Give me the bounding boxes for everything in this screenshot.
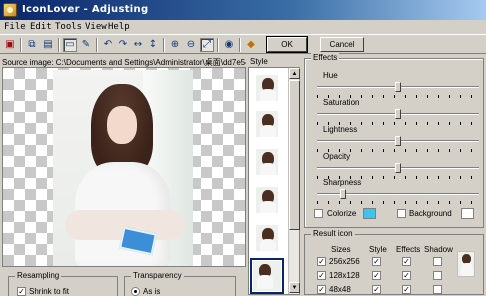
style-header: Style bbox=[369, 245, 387, 254]
scroll-up-icon[interactable]: ▲ bbox=[289, 68, 300, 79]
menu-bar: File Edit Tools View Help bbox=[0, 20, 486, 34]
size-128-style-checkbox[interactable]: ✓ bbox=[372, 271, 381, 280]
shrink-to-fit-label: Shrink to fit bbox=[29, 287, 70, 296]
opacity-label: Opacity bbox=[323, 152, 351, 161]
colorize-color-swatch[interactable] bbox=[363, 208, 376, 219]
zoom-out-icon[interactable]: ⊖ bbox=[184, 38, 198, 52]
menu-help[interactable]: Help bbox=[108, 22, 130, 32]
size-256-style-checkbox[interactable]: ✓ bbox=[372, 257, 381, 266]
style-scrollbar[interactable]: ▲ ▼ bbox=[288, 68, 300, 294]
hue-label: Hue bbox=[323, 71, 338, 80]
select-rect-icon[interactable]: ▭ bbox=[63, 38, 77, 52]
transparency-title: Transparency bbox=[131, 271, 184, 280]
menu-file[interactable]: File bbox=[4, 22, 26, 32]
scroll-down-icon[interactable]: ▼ bbox=[289, 282, 300, 293]
size-128-checkbox[interactable]: ✓ bbox=[317, 271, 326, 280]
flip-vertical-icon[interactable]: ↕ bbox=[146, 38, 160, 52]
toolbar-separator bbox=[217, 38, 219, 52]
cancel-button[interactable]: Cancel bbox=[320, 37, 364, 52]
sharpness-slider-ticks bbox=[317, 201, 479, 204]
window-title: IconLover - Adjusting bbox=[22, 4, 149, 15]
app-icon bbox=[3, 3, 17, 17]
resampling-title: Resampling bbox=[15, 271, 62, 280]
shrink-to-fit-checkbox[interactable]: ✓ bbox=[17, 287, 26, 296]
size-128-shadow-checkbox[interactable] bbox=[433, 271, 442, 280]
hue-slider-thumb[interactable] bbox=[395, 82, 401, 92]
size-48-checkbox[interactable]: ✓ bbox=[317, 285, 326, 294]
toolbar-separator bbox=[163, 38, 165, 52]
style-thumbnail[interactable] bbox=[255, 186, 279, 214]
size-256-label: 256x256 bbox=[329, 257, 360, 266]
preview-photo bbox=[53, 70, 193, 266]
transparency-group: Transparency As is bbox=[124, 271, 236, 296]
zoom-fit-icon[interactable]: ⤢ bbox=[200, 38, 214, 52]
menu-edit[interactable]: Edit bbox=[30, 22, 52, 32]
effects-header: Effects bbox=[396, 245, 421, 254]
lightness-slider-thumb[interactable] bbox=[395, 136, 401, 146]
opacity-slider-thumb[interactable] bbox=[395, 163, 401, 173]
style-thumbnail-selected[interactable] bbox=[250, 258, 284, 294]
lightness-label: Lightness bbox=[323, 125, 358, 134]
copy-icon[interactable]: ⧉ bbox=[25, 38, 39, 52]
menu-tools[interactable]: Tools bbox=[55, 22, 82, 32]
shadow-header: Shadow bbox=[424, 245, 453, 254]
as-is-radio[interactable] bbox=[131, 287, 140, 296]
toolbar-separator bbox=[96, 38, 98, 52]
toolbar: ▣ ⧉ ▤ ▭ ✎ ↶ ↷ ↔ ↕ ⊕ ⊖ ⤢ ◉ ◆ OK Cancel bbox=[0, 34, 486, 54]
size-256-shadow-checkbox[interactable] bbox=[433, 257, 442, 266]
paste-icon[interactable]: ▤ bbox=[41, 38, 55, 52]
background-label: Background bbox=[409, 209, 452, 218]
resampling-group: Resampling ✓ Shrink to fit bbox=[8, 271, 118, 296]
photo-face bbox=[107, 106, 137, 144]
size-48-style-checkbox[interactable]: ✓ bbox=[372, 285, 381, 294]
background-checkbox[interactable] bbox=[397, 209, 406, 218]
shortcut-icon[interactable]: ◆ bbox=[244, 38, 258, 52]
size-256-checkbox[interactable]: ✓ bbox=[317, 257, 326, 266]
zoom-in-icon[interactable]: ⊕ bbox=[168, 38, 182, 52]
preview-eye-icon[interactable]: ◉ bbox=[222, 38, 236, 52]
size-128-label: 128x128 bbox=[329, 271, 360, 280]
ok-button[interactable]: OK bbox=[266, 36, 308, 53]
scroll-thumb[interactable] bbox=[289, 80, 300, 230]
effects-title: Effects bbox=[311, 53, 340, 62]
style-thumbnail[interactable] bbox=[255, 74, 279, 102]
size-128-effects-checkbox[interactable]: ✓ bbox=[402, 271, 411, 280]
rotate-left-icon[interactable]: ↶ bbox=[101, 38, 115, 52]
menu-view[interactable]: View bbox=[85, 22, 107, 32]
sharpness-slider-thumb[interactable] bbox=[340, 189, 347, 199]
eyedropper-icon[interactable]: ✎ bbox=[79, 38, 93, 52]
toolbar-separator bbox=[20, 38, 22, 52]
size-48-shadow-checkbox[interactable] bbox=[433, 285, 442, 294]
sizes-header: Sizes bbox=[331, 245, 351, 254]
rotate-right-icon[interactable]: ↷ bbox=[116, 38, 130, 52]
toolbar-separator bbox=[58, 38, 60, 52]
preview-canvas[interactable] bbox=[2, 67, 246, 267]
as-is-label: As is bbox=[143, 287, 161, 296]
toolbar-separator bbox=[239, 38, 241, 52]
style-thumbnail[interactable] bbox=[255, 148, 279, 176]
size-48-effects-checkbox[interactable]: ✓ bbox=[402, 285, 411, 294]
colorize-label: Colorize bbox=[327, 209, 357, 218]
title-bar: IconLover - Adjusting bbox=[0, 0, 486, 20]
size-48-label: 48x48 bbox=[329, 285, 351, 294]
save-icon[interactable]: ▣ bbox=[3, 38, 17, 52]
style-thumbnail[interactable] bbox=[255, 110, 279, 138]
background-color-swatch[interactable] bbox=[461, 208, 474, 219]
result-icon-group: Result icon Sizes Style Effects Shadow ✓… bbox=[304, 229, 484, 295]
colorize-checkbox[interactable] bbox=[314, 209, 323, 218]
style-thumbnail[interactable] bbox=[255, 224, 279, 252]
style-panel-label: Style bbox=[250, 57, 268, 66]
saturation-slider-thumb[interactable] bbox=[395, 109, 401, 119]
result-icon-preview bbox=[457, 251, 475, 277]
effects-group: Effects Hue Saturation Lightness Opacity… bbox=[304, 53, 484, 228]
sharpness-label: Sharpness bbox=[323, 178, 362, 187]
saturation-label: Saturation bbox=[323, 98, 360, 107]
result-icon-title: Result icon bbox=[311, 229, 355, 238]
flip-horizontal-icon[interactable]: ↔ bbox=[131, 38, 145, 52]
size-256-effects-checkbox[interactable]: ✓ bbox=[402, 257, 411, 266]
